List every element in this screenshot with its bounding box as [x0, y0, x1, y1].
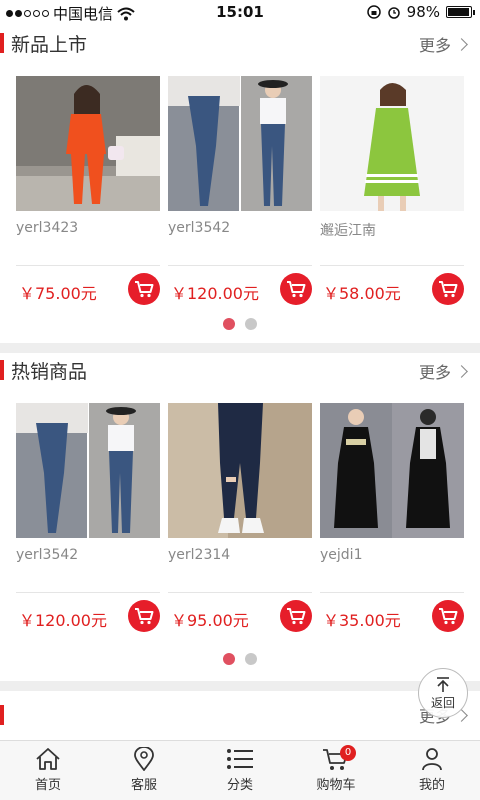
chevron-right-icon — [455, 37, 468, 51]
more-link[interactable]: 更多 — [418, 32, 468, 56]
carousel-pager — [0, 653, 480, 665]
product-image[interactable] — [168, 76, 312, 211]
section-title: 新品上市 — [11, 34, 88, 56]
product-carousel[interactable]: yerl3423 ￥75.00元 yerl3542 ￥120.00元 邂逅江南 … — [16, 76, 464, 308]
product-image[interactable] — [320, 403, 464, 538]
section-header: 新品上市 更多 — [0, 26, 480, 60]
product-carousel[interactable]: yerl3542 ￥120.00元 yerl2314 ￥95.00元 yejdi… — [16, 403, 464, 635]
list-icon — [227, 749, 253, 769]
divider — [168, 265, 312, 266]
carousel-pager — [0, 318, 480, 330]
product-price: ￥58.00元 — [323, 284, 401, 303]
more-label: 更多 — [418, 363, 451, 382]
cart-icon — [287, 281, 306, 298]
add-to-cart-button[interactable] — [280, 600, 312, 632]
tab-service[interactable]: 客服 — [96, 741, 192, 800]
product-name: yejdi1 — [320, 547, 363, 563]
product-card[interactable]: yejdi1 ￥35.00元 — [320, 403, 464, 635]
product-card[interactable]: 邂逅江南 ￥58.00元 — [320, 76, 464, 308]
add-to-cart-button[interactable] — [432, 273, 464, 305]
tab-label: 购物车 — [316, 778, 356, 793]
user-icon — [422, 748, 442, 771]
tab-label: 我的 — [418, 778, 445, 793]
section-accent-bar — [0, 33, 4, 53]
product-image[interactable] — [16, 76, 160, 211]
divider — [16, 265, 160, 266]
tab-label: 分类 — [226, 778, 253, 793]
cart-icon — [287, 608, 306, 625]
pager-dot-active[interactable] — [223, 318, 235, 330]
bottom-tab-bar: 首页 客服 分类 0 购物车 我的 — [0, 740, 480, 800]
pager-dot-active[interactable] — [223, 653, 235, 665]
product-card[interactable]: yerl3542 ￥120.00元 — [16, 403, 160, 635]
section-title: 热销商品 — [11, 361, 88, 383]
tab-mine[interactable]: 我的 — [384, 741, 480, 800]
tab-label: 客服 — [130, 778, 157, 793]
section-accent-bar — [0, 360, 4, 380]
status-right: 98% — [366, 3, 475, 21]
rotation-lock-icon — [366, 5, 381, 19]
cart-icon — [135, 608, 154, 625]
divider — [320, 592, 464, 593]
home-icon — [36, 748, 60, 770]
product-name: yerl2314 — [168, 547, 231, 563]
product-name: yerl3542 — [16, 547, 79, 563]
new-arrivals-section: 新品上市 更多 yerl3423 ￥75.00元 yerl3542 ￥120.0… — [0, 26, 480, 343]
add-to-cart-button[interactable] — [128, 600, 160, 632]
product-price: ￥120.00元 — [19, 611, 107, 630]
divider — [320, 265, 464, 266]
product-card[interactable]: yerl2314 ￥95.00元 — [168, 403, 312, 635]
status-bar: 中国电信 15:01 98% — [0, 0, 480, 26]
product-price: ￥75.00元 — [19, 284, 97, 303]
product-card[interactable]: yerl3423 ￥75.00元 — [16, 76, 160, 308]
back-to-top-button[interactable]: 返回 — [418, 668, 468, 718]
tab-home[interactable]: 首页 — [0, 741, 96, 800]
chevron-right-icon — [455, 364, 468, 378]
pager-dot[interactable] — [245, 318, 257, 330]
product-name: yerl3542 — [168, 220, 231, 236]
tab-cart[interactable]: 0 购物车 — [288, 741, 384, 800]
home-content[interactable]: 新品上市 更多 yerl3423 ￥75.00元 yerl3542 ￥120.0… — [0, 26, 480, 740]
more-link[interactable]: 更多 — [418, 359, 468, 383]
add-to-cart-button[interactable] — [432, 600, 464, 632]
product-name: yerl3423 — [16, 220, 79, 236]
product-price: ￥95.00元 — [171, 611, 249, 630]
product-name: 邂逅江南 — [320, 223, 376, 239]
product-card[interactable]: yerl3542 ￥120.00元 — [168, 76, 312, 308]
alarm-icon — [387, 7, 400, 19]
section-header: 热销商品 更多 — [0, 353, 480, 387]
cart-count-badge: 0 — [340, 745, 356, 761]
add-to-cart-button[interactable] — [128, 273, 160, 305]
hot-products-section: 热销商品 更多 yerl3542 ￥120.00元 yerl2314 ￥95.0… — [0, 353, 480, 681]
back-to-top-label: 返回 — [430, 695, 455, 710]
product-image[interactable] — [320, 76, 464, 211]
divider — [168, 592, 312, 593]
product-image[interactable] — [16, 403, 160, 538]
arrow-up-icon — [437, 676, 449, 692]
location-pin-icon — [134, 747, 154, 771]
tab-label: 首页 — [34, 778, 61, 793]
cart-icon — [135, 281, 154, 298]
divider — [16, 592, 160, 593]
product-price: ￥35.00元 — [323, 611, 401, 630]
section-header: 更多 — [0, 691, 480, 726]
cart-icon — [439, 608, 458, 625]
product-price: ￥120.00元 — [171, 284, 259, 303]
product-image[interactable] — [168, 403, 312, 538]
battery-percent: 98% — [406, 3, 440, 21]
cart-icon — [439, 281, 458, 298]
section-accent-bar — [0, 705, 4, 725]
third-section: 更多 — [0, 691, 480, 740]
tab-category[interactable]: 分类 — [192, 741, 288, 800]
pager-dot[interactable] — [245, 653, 257, 665]
battery-icon — [446, 6, 475, 18]
more-label: 更多 — [418, 36, 451, 55]
add-to-cart-button[interactable] — [280, 273, 312, 305]
